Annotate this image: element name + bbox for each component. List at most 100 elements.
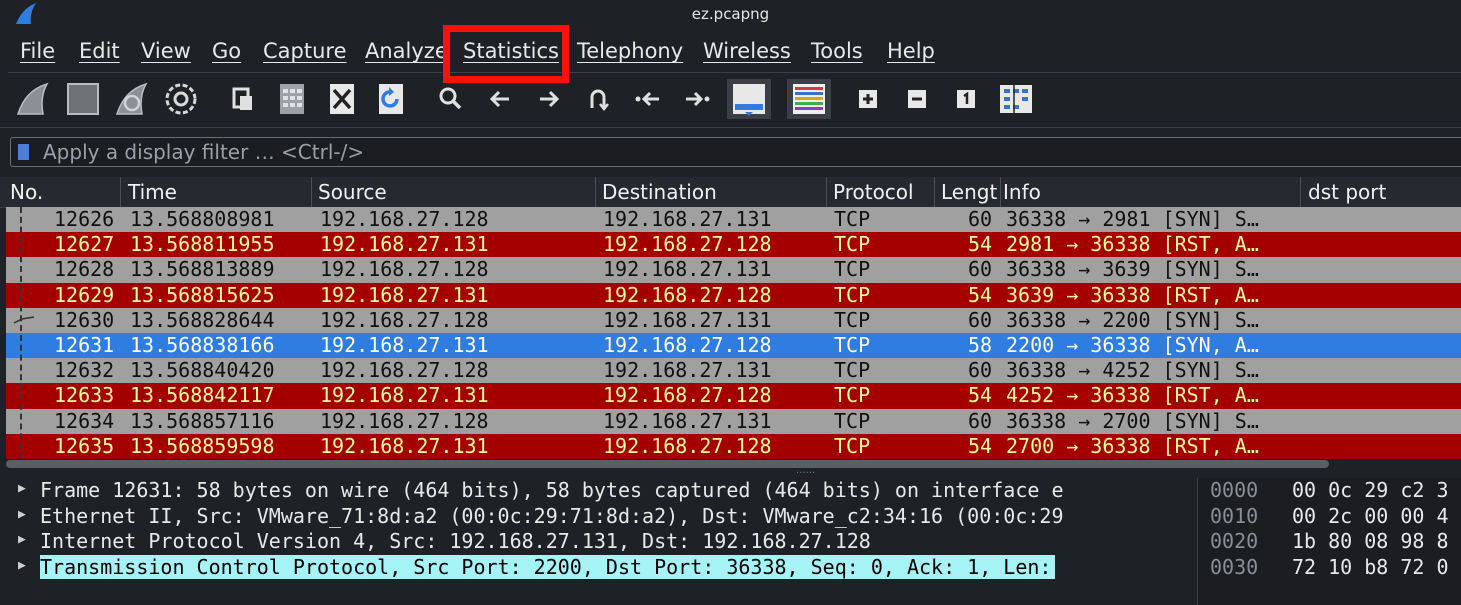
packet-row[interactable]: 12629 13.568815625 192.168.27.131 192.16… bbox=[6, 282, 1461, 309]
auto-scroll-icon[interactable] bbox=[727, 79, 771, 119]
expand-arrow-icon[interactable]: ▶ bbox=[18, 481, 26, 496]
packet-time: 13.568842117 bbox=[130, 383, 275, 408]
column-divider[interactable] bbox=[934, 177, 935, 207]
column-divider[interactable] bbox=[826, 177, 827, 207]
packet-dest: 192.168.27.131 bbox=[603, 207, 772, 231]
packet-info: 3639 → 36338 [RST, A… bbox=[1006, 282, 1259, 307]
packet-source: 192.168.27.128 bbox=[320, 207, 489, 231]
colorize-icon[interactable] bbox=[787, 79, 831, 119]
zoom-out-icon[interactable] bbox=[898, 80, 936, 118]
menu-go[interactable]: Go bbox=[212, 39, 241, 63]
hex-row[interactable]: 0020 1b 80 08 98 8 bbox=[1198, 529, 1461, 554]
hex-row[interactable]: 0010 00 2c 00 00 4 bbox=[1198, 504, 1461, 529]
related-packet-marker-icon bbox=[13, 316, 35, 324]
packet-time: 13.568815625 bbox=[130, 282, 275, 307]
packet-row[interactable]: 12635 13.568859598 192.168.27.131 192.16… bbox=[6, 433, 1461, 459]
main-toolbar bbox=[0, 76, 1461, 122]
packet-dest: 192.168.27.131 bbox=[603, 358, 772, 383]
packet-no: 12632 bbox=[54, 358, 115, 383]
detail-row-frame[interactable]: ▶ Frame 12631: 58 bytes on wire (464 bit… bbox=[6, 478, 1191, 503]
resize-columns-icon[interactable] bbox=[997, 80, 1035, 118]
expand-arrow-icon[interactable]: ▶ bbox=[18, 558, 26, 573]
packet-dest: 192.168.27.128 bbox=[603, 282, 772, 307]
column-destination[interactable]: Destination bbox=[602, 180, 717, 204]
find-packet-icon[interactable] bbox=[432, 80, 470, 118]
go-forward-icon[interactable] bbox=[530, 80, 568, 118]
column-dst-port[interactable]: dst port bbox=[1308, 180, 1386, 204]
packet-row[interactable]: 12626 13.568808981 192.168.27.128 192.16… bbox=[6, 207, 1461, 233]
expand-arrow-icon[interactable]: ▶ bbox=[18, 532, 26, 547]
packet-list-scrollbar[interactable] bbox=[6, 460, 1329, 468]
detail-row-ip[interactable]: ▶ Internet Protocol Version 4, Src: 192.… bbox=[6, 529, 1191, 554]
column-info[interactable]: Info bbox=[1003, 180, 1041, 204]
display-filter-input[interactable] bbox=[43, 138, 1443, 166]
packet-source: 192.168.27.128 bbox=[320, 408, 489, 433]
menu-wireless[interactable]: Wireless bbox=[703, 39, 791, 63]
column-no[interactable]: No. bbox=[10, 180, 43, 204]
packet-length: 54 bbox=[968, 282, 993, 307]
go-back-icon[interactable] bbox=[481, 80, 519, 118]
packet-row[interactable]: 12632 13.568840420 192.168.27.128 192.16… bbox=[6, 358, 1461, 384]
menu-file[interactable]: File bbox=[20, 39, 55, 63]
packet-source: 192.168.27.131 bbox=[320, 433, 489, 458]
packet-dest: 192.168.27.131 bbox=[603, 257, 772, 282]
packet-no: 12633 bbox=[54, 383, 115, 408]
packet-info: 2200 → 36338 [SYN, A… bbox=[1006, 333, 1259, 357]
display-filter-bar bbox=[10, 137, 1461, 167]
menu-telephony[interactable]: Telephony bbox=[577, 39, 683, 63]
menu-help[interactable]: Help bbox=[887, 39, 935, 63]
packet-dest: 192.168.27.128 bbox=[603, 333, 772, 357]
packet-source: 192.168.27.128 bbox=[320, 257, 489, 282]
menu-analyze[interactable]: Analyze bbox=[365, 39, 448, 63]
packet-no: 12629 bbox=[54, 282, 115, 307]
column-divider[interactable] bbox=[1300, 177, 1301, 207]
packet-protocol: TCP bbox=[834, 282, 871, 307]
normal-size-icon[interactable] bbox=[947, 80, 985, 118]
hex-row[interactable]: 0000 00 0c 29 c2 3 bbox=[1198, 478, 1461, 503]
menu-separator bbox=[8, 72, 1461, 73]
packet-row[interactable]: 12634 13.568857116 192.168.27.128 192.16… bbox=[6, 408, 1461, 435]
column-time[interactable]: Time bbox=[128, 180, 177, 204]
last-packet-icon[interactable] bbox=[678, 80, 716, 118]
open-file-icon[interactable] bbox=[224, 80, 262, 118]
menu-tools[interactable]: Tools bbox=[811, 39, 863, 63]
packet-row[interactable]: 12633 13.568842117 192.168.27.131 192.16… bbox=[6, 383, 1461, 409]
menu-bar: File Edit View Go Capture Analyze Statis… bbox=[0, 34, 1461, 70]
packet-length: 54 bbox=[968, 232, 993, 257]
packet-row[interactable]: 12627 13.568811955 192.168.27.131 192.16… bbox=[6, 232, 1461, 258]
column-divider[interactable] bbox=[595, 177, 596, 207]
packet-row[interactable]: 12628 13.568813889 192.168.27.128 192.16… bbox=[6, 257, 1461, 283]
expand-arrow-icon[interactable]: ▶ bbox=[18, 507, 26, 522]
packet-row[interactable]: 12630 13.568828644 192.168.27.128 192.16… bbox=[6, 307, 1461, 334]
column-divider[interactable] bbox=[1000, 177, 1001, 207]
restart-capture-icon[interactable] bbox=[113, 80, 151, 118]
menu-view[interactable]: View bbox=[141, 39, 191, 63]
packet-dest: 192.168.27.131 bbox=[603, 307, 772, 332]
pane-splitter-handle[interactable]: ······ bbox=[796, 469, 822, 479]
start-capture-icon[interactable] bbox=[14, 80, 52, 118]
detail-row-ethernet[interactable]: ▶ Ethernet II, Src: VMware_71:8d:a2 (00:… bbox=[6, 504, 1191, 529]
packet-row-selected[interactable]: 12631 13.568838166 192.168.27.131 192.16… bbox=[6, 333, 1461, 359]
column-protocol[interactable]: Protocol bbox=[833, 180, 914, 204]
hex-row[interactable]: 0030 72 10 b8 72 0 bbox=[1198, 555, 1461, 580]
packet-info: 2981 → 36338 [RST, A… bbox=[1006, 232, 1259, 257]
column-divider[interactable] bbox=[311, 177, 312, 207]
first-packet-icon[interactable] bbox=[629, 80, 667, 118]
reload-file-icon[interactable] bbox=[372, 80, 410, 118]
column-length[interactable]: Lengt bbox=[941, 180, 997, 204]
filter-bookmark-icon[interactable] bbox=[18, 144, 29, 160]
packet-time: 13.568808981 bbox=[130, 207, 275, 231]
packet-source: 192.168.27.128 bbox=[320, 358, 489, 383]
stop-capture-icon[interactable] bbox=[64, 80, 102, 118]
capture-options-icon[interactable] bbox=[162, 80, 200, 118]
detail-row-tcp[interactable]: ▶ Transmission Control Protocol, Src Por… bbox=[6, 554, 1191, 580]
column-source[interactable]: Source bbox=[318, 180, 387, 204]
close-file-icon[interactable] bbox=[323, 80, 361, 118]
menu-edit[interactable]: Edit bbox=[79, 39, 120, 63]
packet-no: 12626 bbox=[54, 207, 115, 231]
go-to-packet-icon[interactable] bbox=[579, 80, 617, 118]
zoom-in-icon[interactable] bbox=[849, 80, 887, 118]
column-divider[interactable] bbox=[120, 177, 121, 207]
menu-capture[interactable]: Capture bbox=[263, 39, 347, 63]
save-file-icon[interactable] bbox=[273, 80, 311, 118]
